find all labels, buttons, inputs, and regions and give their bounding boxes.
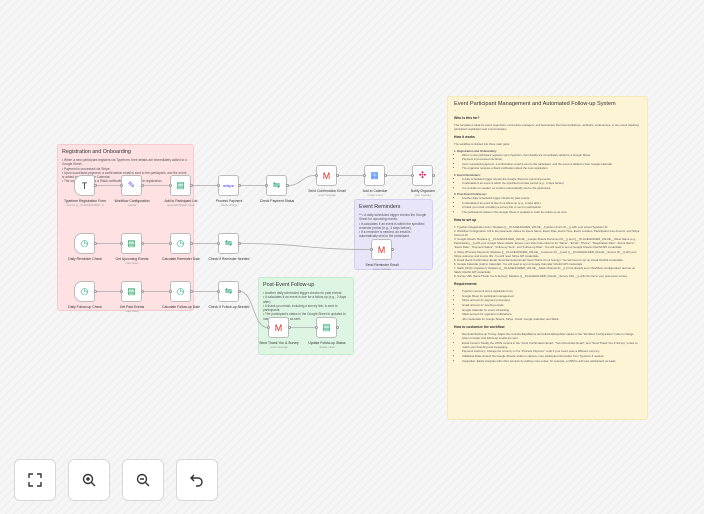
if-icon: ⇋ xyxy=(272,180,281,190)
undo-icon xyxy=(190,474,203,487)
workflow-node[interactable]: ⇋ Check If Reminder Needed xyxy=(209,233,249,261)
pencil-icon: ✎ xyxy=(127,180,136,190)
input-port[interactable] xyxy=(169,290,172,293)
node-label: Check Payment Status xyxy=(259,199,295,203)
output-port[interactable] xyxy=(190,290,193,293)
output-port[interactable] xyxy=(286,184,289,187)
input-port[interactable] xyxy=(315,174,318,177)
slack-icon: ✣ xyxy=(418,170,427,180)
output-port[interactable] xyxy=(238,242,241,245)
input-port[interactable] xyxy=(217,290,220,293)
connection-line xyxy=(239,243,371,250)
output-port[interactable] xyxy=(94,290,97,293)
workflow-node[interactable]: ◷ Daily Follow-up Check xyxy=(68,281,102,309)
input-port[interactable] xyxy=(120,242,123,245)
node-label: Check If Reminder Needed xyxy=(208,257,250,261)
gmail-icon: M xyxy=(274,322,283,333)
input-port[interactable] xyxy=(363,174,366,177)
output-port[interactable] xyxy=(336,174,339,177)
stripe-icon: stripe xyxy=(223,183,234,188)
zoom-out-button[interactable] xyxy=(122,459,164,501)
fit-icon xyxy=(28,473,42,487)
if-icon: ⇋ xyxy=(224,238,233,248)
output-port[interactable] xyxy=(391,248,394,251)
workflow-node[interactable]: ◷ Calculate Reminder Date xyxy=(162,233,200,261)
output-port[interactable] xyxy=(94,242,97,245)
output-port[interactable] xyxy=(141,242,144,245)
workflow-node[interactable]: M Send Confirmation Email send: message xyxy=(308,165,346,197)
workflow-node[interactable]: stripe Process Payment create: charge xyxy=(216,175,242,207)
connection-line xyxy=(287,175,316,186)
input-port[interactable] xyxy=(120,290,123,293)
node-subtitle: update: sheet xyxy=(319,346,335,349)
output-port[interactable] xyxy=(141,290,144,293)
google-sheets-icon: ▤ xyxy=(176,180,185,190)
output-port[interactable] xyxy=(432,174,435,177)
workflow-canvas[interactable]: Registration and Onboarding • When a new… xyxy=(0,0,704,514)
zoom-in-icon xyxy=(82,473,96,487)
node-subtitle: read: sheet xyxy=(125,262,139,265)
zoom-to-fit-button[interactable] xyxy=(14,459,56,501)
node-label: Check If Follow-up Needed xyxy=(208,305,250,309)
workflow-node[interactable]: M Send Thank You & Survey send: message xyxy=(259,317,299,349)
input-port[interactable] xyxy=(120,184,123,187)
gmail-icon: M xyxy=(377,244,386,255)
node-subtitle: read: sheet xyxy=(125,310,139,313)
output-port[interactable] xyxy=(238,290,241,293)
output-port[interactable] xyxy=(190,242,193,245)
node-label: Send Reminder Email xyxy=(365,263,399,267)
gmail-icon: M xyxy=(322,170,331,181)
if-icon: ⇋ xyxy=(224,286,233,296)
input-port[interactable] xyxy=(217,184,220,187)
google-sheets-icon: ▤ xyxy=(322,322,331,332)
output-port[interactable] xyxy=(384,174,387,177)
output-port[interactable] xyxy=(238,184,241,187)
workflow-node[interactable]: ✣ Notify Organizer post: message xyxy=(411,165,435,197)
clock-icon: ◷ xyxy=(80,286,89,296)
output-port[interactable] xyxy=(190,184,193,187)
input-port[interactable] xyxy=(169,242,172,245)
workflow-node[interactable]: ⇋ Check If Follow-up Needed xyxy=(209,281,249,309)
node-subtitle: post: message xyxy=(414,194,432,197)
output-port[interactable] xyxy=(336,326,339,329)
node-label: Notify Organizer xyxy=(410,189,436,193)
node-label: Update Follow-up Status xyxy=(308,341,346,345)
workflow-node[interactable]: ▤ Get Upcoming Events read: sheet xyxy=(116,233,148,265)
undo-button[interactable] xyxy=(176,459,218,501)
workflow-node[interactable]: ✎ Workflow Configuration manual xyxy=(115,175,150,207)
google-sheets-icon: ▤ xyxy=(127,286,136,296)
typeform-icon: T xyxy=(81,180,88,191)
input-port[interactable] xyxy=(411,174,414,177)
input-port[interactable] xyxy=(370,248,373,251)
workflow-node[interactable]: ▦ Add to Calendar create: event xyxy=(363,165,387,197)
input-port[interactable] xyxy=(267,326,270,329)
workflow-node[interactable]: ◷ Daily Reminder Check xyxy=(68,233,102,261)
workflow-node[interactable]: T Typeform Registration Form form-id: {{__… xyxy=(64,175,106,207)
output-port[interactable] xyxy=(288,326,291,329)
workflow-node[interactable]: ◷ Calculate Follow-up Date xyxy=(162,281,200,309)
node-subtitle: send: message xyxy=(373,268,391,271)
workflow-node[interactable]: M Send Reminder Email send: message xyxy=(366,239,398,271)
input-port[interactable] xyxy=(315,326,318,329)
clock-icon: ◷ xyxy=(176,286,185,296)
workflow-node[interactable]: ▤ Add to Participant List appendOrUpdate: … xyxy=(165,175,197,207)
clock-icon: ◷ xyxy=(176,238,185,248)
output-port[interactable] xyxy=(94,184,97,187)
workflow-node[interactable]: ▤ Update Follow-up Status update: sheet xyxy=(308,317,346,349)
output-port[interactable] xyxy=(141,184,144,187)
zoom-out-icon xyxy=(136,473,150,487)
connection-line xyxy=(239,291,268,328)
input-port[interactable] xyxy=(169,184,172,187)
node-subtitle: create: charge xyxy=(220,204,238,207)
zoom-in-button[interactable] xyxy=(68,459,110,501)
input-port[interactable] xyxy=(217,242,220,245)
clock-icon: ◷ xyxy=(80,238,89,248)
input-port[interactable] xyxy=(265,184,268,187)
google-sheets-icon: ▤ xyxy=(127,238,136,248)
workflow-node[interactable]: ▤ Get Past Events read: sheet xyxy=(120,281,144,313)
workflow-node[interactable]: ⇋ Check Payment Status xyxy=(260,175,294,203)
google-calendar-icon: ▦ xyxy=(370,170,379,180)
